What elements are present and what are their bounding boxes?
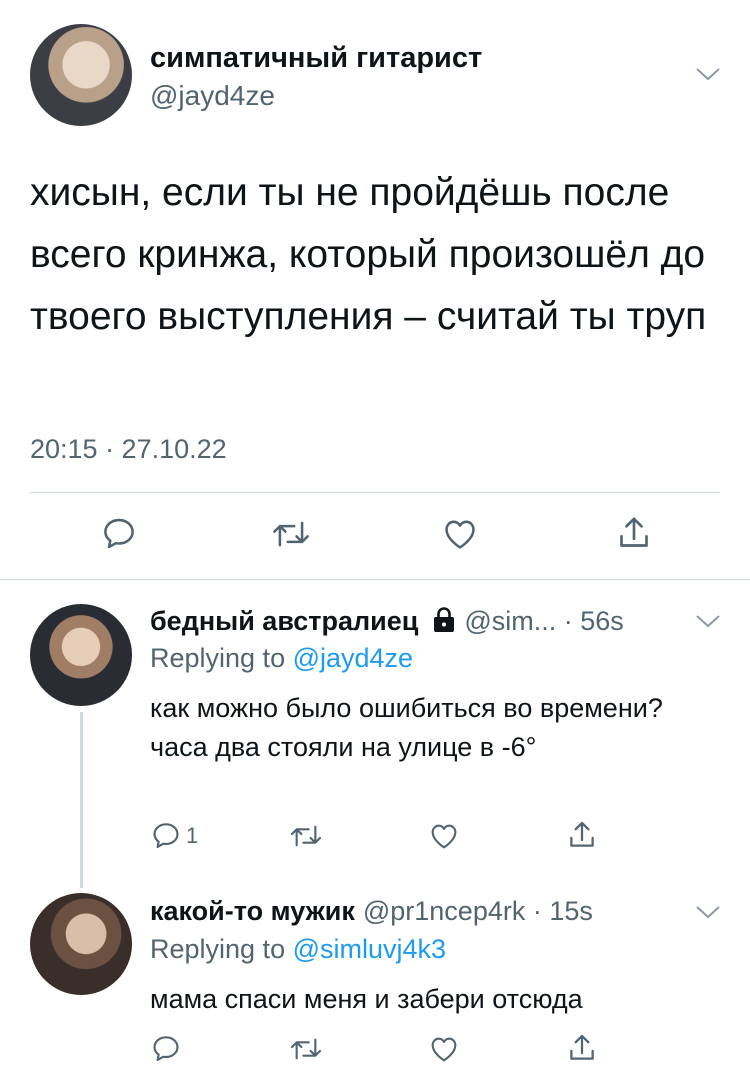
retweet-button[interactable] (270, 515, 312, 553)
reply-icon (153, 1036, 179, 1061)
reply-header: бедный австралиец @sim... · 56s (150, 604, 624, 637)
replying-prefix: Replying to (150, 934, 293, 964)
replying-prefix: Replying to (150, 643, 293, 673)
lock-icon (432, 607, 456, 640)
reply-icon (153, 823, 179, 848)
retweet-icon (290, 1038, 322, 1060)
reply-text: мама спаси меня и забери отсюда (150, 984, 583, 1014)
reply-button[interactable] (150, 1033, 186, 1065)
retweet-button[interactable] (288, 1033, 324, 1065)
mention-link[interactable]: @jayd4ze (293, 643, 413, 673)
divider (0, 579, 750, 580)
avatar[interactable] (30, 24, 132, 126)
retweet-button[interactable] (288, 820, 324, 852)
chevron-down-icon[interactable] (695, 904, 721, 920)
replying-to: Replying to @jayd4ze (150, 643, 413, 674)
like-icon (445, 520, 475, 549)
share-button[interactable] (614, 513, 654, 553)
reply-count: 1 (186, 823, 199, 848)
share-icon (620, 517, 648, 547)
chevron-down-icon[interactable] (695, 66, 721, 82)
share-icon (570, 1034, 594, 1060)
share-icon (570, 821, 594, 847)
reply-button[interactable] (100, 515, 138, 553)
author-name[interactable]: симпатичный гитарист (150, 42, 482, 75)
like-button[interactable] (427, 820, 461, 852)
like-button[interactable] (440, 515, 480, 553)
reply-header: какой-то мужик @pr1ncep4rk · 15s (150, 896, 593, 927)
replying-to: Replying to @simluvj4k3 (150, 934, 446, 965)
mention-link[interactable]: @simluvj4k3 (293, 934, 446, 964)
reply-meta[interactable]: @sim... · 56s (464, 606, 623, 637)
divider (30, 492, 720, 493)
tweet-timestamp[interactable]: 20:15 · 27.10.22 (30, 434, 227, 465)
like-button[interactable] (427, 1033, 461, 1065)
avatar[interactable] (30, 604, 132, 706)
like-icon (431, 824, 457, 849)
reply-button[interactable]: 1 (150, 820, 198, 852)
chevron-down-icon[interactable] (695, 613, 721, 629)
avatar[interactable] (30, 893, 132, 995)
author-name[interactable]: какой-то мужик (150, 896, 355, 927)
main-tweet: симпатичный гитарист @jayd4ze хисын, есл… (0, 0, 750, 580)
like-icon (431, 1037, 457, 1062)
retweet-icon (273, 521, 309, 547)
author-name[interactable]: бедный австралиец (150, 606, 418, 637)
retweet-icon (290, 825, 322, 847)
reply-text: как можно было ошибиться во времени? час… (150, 693, 663, 762)
reply-icon (104, 518, 134, 549)
thread-line (80, 712, 83, 888)
share-button[interactable] (565, 818, 599, 852)
share-button[interactable] (565, 1031, 599, 1065)
tweet-text: хисын, если ты не пройдёшь после всего к… (30, 171, 707, 338)
reply-meta[interactable]: @pr1ncep4rk · 15s (363, 896, 593, 927)
author-handle[interactable]: @jayd4ze (150, 80, 275, 112)
